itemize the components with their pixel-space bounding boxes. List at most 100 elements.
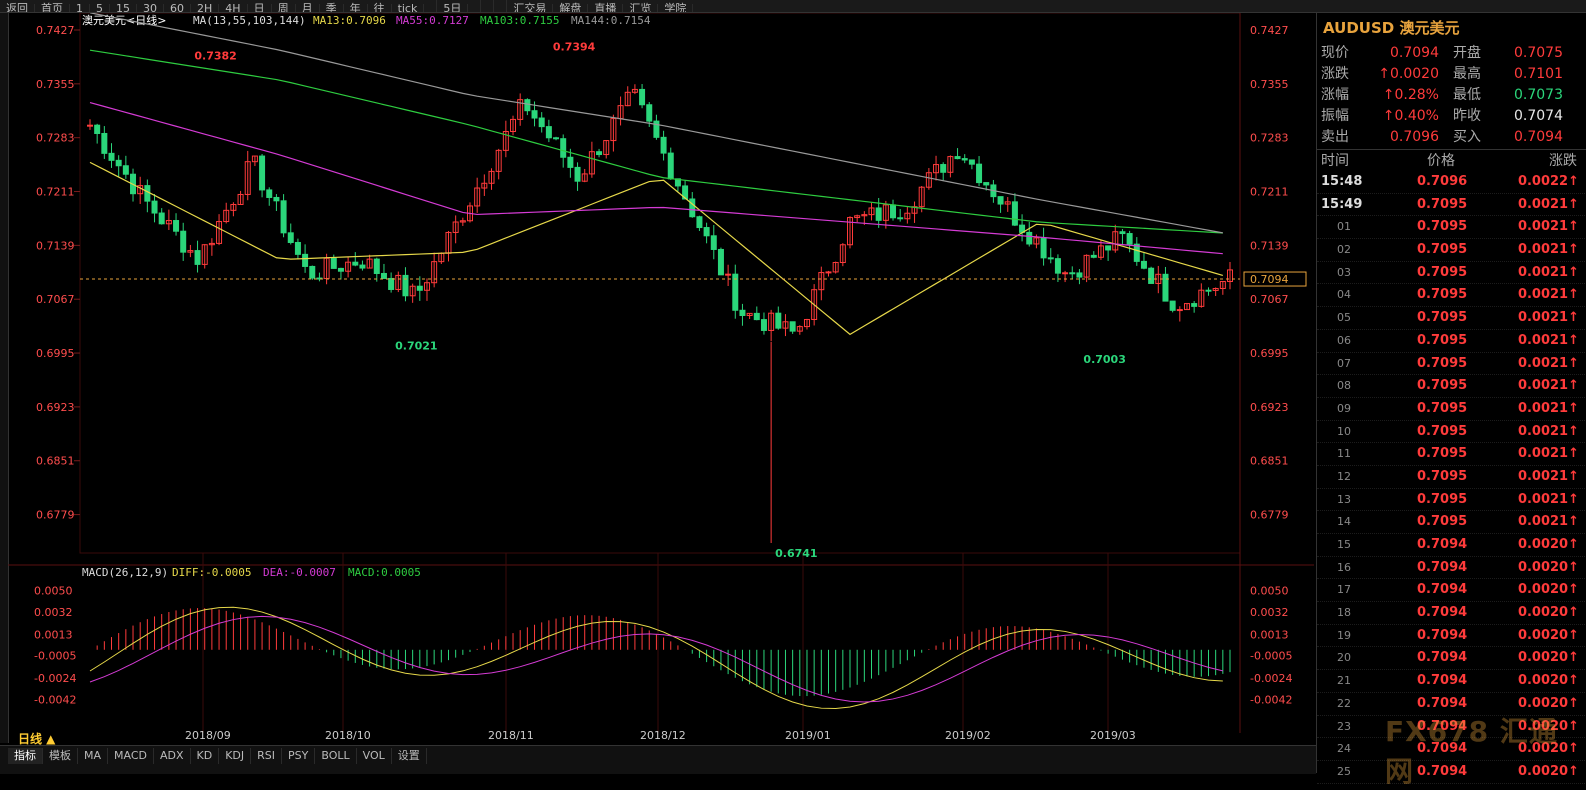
tick-row: 07 0.7095 0.0021↑ bbox=[1317, 353, 1586, 376]
toolbar-item-4[interactable]: 15 bbox=[110, 3, 137, 12]
toolbar-item-24[interactable]: 汇览 bbox=[623, 3, 659, 12]
top-toolbar: 返回 首页 1 5 15 30 60 2H 4H 日周月季年往 tick 5日 汇交易 解盘 直播 汇览 学院 bbox=[0, 0, 1586, 13]
toolbar-item-13[interactable]: 年 bbox=[344, 3, 368, 12]
toolbar-item-5[interactable]: 30 bbox=[137, 3, 164, 12]
candle-body bbox=[337, 267, 344, 272]
candle-body bbox=[940, 164, 947, 173]
tick-row: 16 0.7094 0.0020↑ bbox=[1317, 557, 1586, 580]
indicator-tab-RSI[interactable]: RSI bbox=[251, 748, 283, 764]
tick-row: 21 0.7094 0.0020↑ bbox=[1317, 670, 1586, 693]
quote-row: 振幅 ↑0.40% 昨收 0.7074 bbox=[1317, 106, 1586, 127]
tick-time: 03 bbox=[1337, 265, 1351, 279]
candle-body bbox=[158, 212, 165, 225]
date-axis-label: 2018/09 bbox=[185, 729, 231, 742]
price-axis-label-right: 0.6923 bbox=[1250, 401, 1289, 414]
toolbar-item-21[interactable]: 汇交易 bbox=[507, 3, 554, 12]
indicator-tab-VOL[interactable]: VOL bbox=[357, 748, 392, 764]
quote-label-2: 买入 bbox=[1453, 129, 1481, 145]
tick-row: 15:48 0.7096 0.0022↑ bbox=[1317, 171, 1586, 194]
candle-body bbox=[653, 120, 660, 138]
candle-body bbox=[560, 138, 567, 158]
toolbar-item-20[interactable] bbox=[494, 0, 508, 12]
toolbar-item-3[interactable]: 5 bbox=[90, 3, 110, 12]
indicator-tab-模板[interactable]: 模板 bbox=[43, 748, 78, 764]
price-axis-label-left: 0.6779 bbox=[36, 509, 75, 522]
main-chart[interactable]: 澳元美元<日线> MA(13,55,103,144) MA13:0.7096 MA55… bbox=[8, 13, 1314, 746]
candle-body bbox=[524, 99, 531, 112]
toolbar-item-9[interactable]: 日 bbox=[248, 3, 272, 12]
toolbar-item-12[interactable]: 季 bbox=[320, 3, 344, 12]
toolbar-item-16[interactable] bbox=[424, 0, 438, 12]
tick-row: 12 0.7095 0.0021↑ bbox=[1317, 466, 1586, 489]
toolbar-item-19[interactable] bbox=[481, 0, 495, 12]
candle-body bbox=[1047, 257, 1054, 260]
price-axis-label-right: 0.7211 bbox=[1250, 186, 1289, 199]
candle-body bbox=[273, 196, 280, 202]
tick-time: 24 bbox=[1337, 742, 1351, 756]
toolbar-item-14[interactable]: 往 bbox=[368, 3, 392, 12]
candle-body bbox=[997, 196, 1004, 205]
candle-body bbox=[266, 189, 273, 198]
candle-body bbox=[151, 200, 158, 214]
toolbar-item-8[interactable]: 4H bbox=[219, 3, 248, 12]
toolbar-item-7[interactable]: 2H bbox=[191, 3, 220, 12]
indicator-tab-PSY[interactable]: PSY bbox=[282, 748, 316, 764]
indicator-tab-ADX[interactable]: ADX bbox=[154, 748, 191, 764]
tick-price: 0.7095 bbox=[1417, 310, 1468, 326]
macd-axis-label-left: 0.0013 bbox=[34, 628, 73, 641]
candle-body bbox=[954, 156, 961, 160]
toolbar-item-0[interactable]: 返回 bbox=[0, 3, 35, 12]
indicator-tab-KDJ[interactable]: KDJ bbox=[219, 748, 252, 764]
toolbar-item-2[interactable]: 1 bbox=[70, 3, 90, 12]
toolbar-item-23[interactable]: 直播 bbox=[588, 3, 624, 12]
tick-price: 0.7095 bbox=[1417, 264, 1468, 280]
indicator-tab-指标[interactable]: 指标 bbox=[8, 748, 43, 764]
macd-axis-label-left: -0.0024 bbox=[34, 672, 76, 685]
tick-list[interactable]: 15:48 0.7096 0.0022↑ 15:49 0.7095 0.0021↑… bbox=[1317, 171, 1586, 784]
indicator-tab-BOLL[interactable]: BOLL bbox=[315, 748, 357, 764]
toolbar-item-25[interactable]: 学院 bbox=[658, 3, 694, 12]
tick-time: 16 bbox=[1337, 560, 1351, 574]
indicator-tab-MA[interactable]: MA bbox=[78, 748, 109, 764]
candle-body bbox=[553, 137, 560, 140]
indicator-tab-设置[interactable]: 设置 bbox=[392, 748, 427, 764]
tick-price: 0.7094 bbox=[1417, 537, 1468, 552]
tick-change: 0.0020↑ bbox=[1517, 650, 1579, 666]
tick-change: 0.0021↑ bbox=[1517, 400, 1579, 416]
price-axis-label-right: 0.7427 bbox=[1250, 24, 1289, 37]
quote-title: AUDUSD 澳元美元 bbox=[1323, 17, 1459, 38]
toolbar-item-11[interactable]: 月 bbox=[296, 3, 320, 12]
quote-value-2: 0.7073 bbox=[1514, 87, 1563, 103]
tick-time: 08 bbox=[1337, 379, 1351, 393]
toolbar-item-18[interactable] bbox=[468, 0, 482, 12]
price-axis-label-left: 0.7427 bbox=[36, 24, 75, 37]
indicator-tab-KD[interactable]: KD bbox=[191, 748, 220, 764]
tick-change: 0.0020↑ bbox=[1517, 582, 1579, 598]
tick-time: 09 bbox=[1337, 401, 1351, 415]
toolbar-item-15[interactable]: tick bbox=[392, 3, 425, 12]
macd-value-label: MACD:0.0005 bbox=[348, 566, 421, 579]
candle-body bbox=[531, 110, 538, 119]
tick-change: 0.0021↑ bbox=[1517, 468, 1579, 484]
candle-body bbox=[122, 165, 129, 175]
macd-axis-label-left: 0.0050 bbox=[34, 584, 73, 597]
candle-body bbox=[330, 257, 337, 269]
toolbar-item-22[interactable]: 解盘 bbox=[553, 3, 589, 12]
candle-body bbox=[1176, 309, 1183, 312]
date-axis-label: 2018/11 bbox=[488, 729, 534, 742]
tick-change: 0.0022↑ bbox=[1517, 174, 1579, 189]
toolbar-item-17[interactable]: 5日 bbox=[437, 3, 469, 12]
toolbar-item-10[interactable]: 周 bbox=[272, 3, 296, 12]
candle-body bbox=[1076, 272, 1083, 278]
toolbar-item-6[interactable]: 60 bbox=[164, 3, 191, 12]
toolbar-item-1[interactable]: 首页 bbox=[35, 3, 70, 12]
candle-body bbox=[538, 117, 545, 128]
tick-price: 0.7095 bbox=[1417, 242, 1468, 258]
candle-body bbox=[1148, 267, 1155, 284]
indicator-tab-MACD[interactable]: MACD bbox=[108, 748, 154, 764]
tick-change: 0.0021↑ bbox=[1517, 196, 1579, 212]
price-axis-label-left: 0.6923 bbox=[36, 401, 75, 414]
candle-body bbox=[760, 319, 767, 331]
candle-body bbox=[753, 312, 760, 321]
tick-change: 0.0021↑ bbox=[1517, 423, 1579, 439]
